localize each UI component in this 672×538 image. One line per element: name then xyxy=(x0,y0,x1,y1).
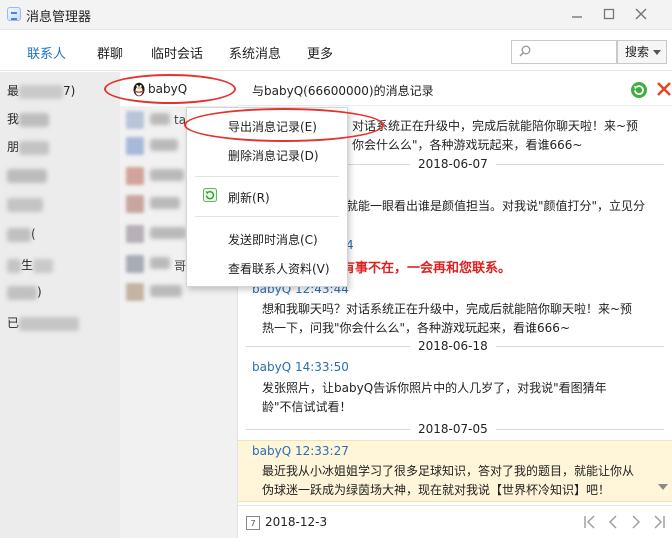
nav-bar: 联系人 群聊 临时会话 系统消息 更多 搜索 xyxy=(0,31,672,71)
tab-temp-session[interactable]: 临时会话 xyxy=(151,43,203,62)
group-item[interactable]: ) xyxy=(7,285,42,303)
tab-contacts[interactable]: 联系人 xyxy=(27,43,66,62)
scroll-down-arrow[interactable] xyxy=(658,484,668,490)
message-text: 发张照片，让babyQ告诉你照片中的人几岁了，对我说"看图猜年 龄"不信试试看！ xyxy=(262,381,607,414)
date-field[interactable]: 2018-12-3 xyxy=(265,515,327,529)
calendar-icon[interactable]: 7 xyxy=(246,516,260,530)
group-item[interactable] xyxy=(7,197,43,215)
record-header: 与babyQ(66600000)的消息记录 xyxy=(238,72,672,106)
group-item-my[interactable]: 我 xyxy=(7,110,50,128)
avatar xyxy=(126,283,144,301)
minimize-icon[interactable] xyxy=(568,5,586,23)
chevron-down-icon[interactable] xyxy=(653,50,661,55)
avatar xyxy=(126,195,144,213)
title-bar: 消息管理器 xyxy=(0,0,672,30)
avatar xyxy=(126,255,144,273)
avatar xyxy=(126,225,144,243)
search-icon xyxy=(519,45,531,57)
avatar xyxy=(126,137,144,155)
menu-item-send-message[interactable]: 发送即时消息(C) xyxy=(228,231,318,248)
tab-more[interactable]: 更多 xyxy=(307,43,333,62)
contact-tab-babyq[interactable]: babyQ xyxy=(120,72,238,106)
next-page-icon[interactable] xyxy=(627,513,645,531)
message-text: 想和我聊天吗？对话系统正在升级中，完成后就能陪你聊天啦！来~预 热一下，问我"你… xyxy=(262,302,633,335)
menu-item-view-profile[interactable]: 查看联系人资料(V) xyxy=(228,260,330,277)
contact-groups-panel: 最 7) 我 朋 ( 生 ) 已 xyxy=(0,72,120,538)
message-sender: babyQ 14:33:50 xyxy=(252,360,349,374)
group-item[interactable]: ( xyxy=(7,227,36,245)
close-icon[interactable] xyxy=(632,5,650,23)
date-separator: 2018-06-18 xyxy=(238,339,672,353)
first-page-icon[interactable] xyxy=(581,513,599,531)
contact-name: babyQ xyxy=(148,82,188,96)
search-input[interactable] xyxy=(511,40,617,64)
group-item[interactable] xyxy=(7,168,47,186)
bottom-bar: 7 2018-12-3 xyxy=(238,505,672,538)
restore-icon[interactable] xyxy=(600,5,618,23)
menu-item-refresh[interactable]: 刷新(R) xyxy=(228,189,270,206)
last-page-icon[interactable] xyxy=(650,513,668,531)
search-button[interactable]: 搜索 xyxy=(617,40,667,64)
date-separator: 2018-07-05 xyxy=(238,422,672,436)
avatar xyxy=(126,111,144,129)
refresh-icon[interactable] xyxy=(630,81,648,99)
window-title: 消息管理器 xyxy=(26,10,92,25)
close-record-icon[interactable] xyxy=(655,80,672,98)
group-item[interactable]: 生 xyxy=(7,256,54,274)
menu-item-export[interactable]: 导出消息记录(E) xyxy=(228,118,317,135)
refresh-icon xyxy=(203,188,217,202)
record-title: 与babyQ(66600000)的消息记录 xyxy=(252,84,434,98)
message-text: 最近我从小冰姐姐学习了很多足球知识，答对了我的题目，就能让你从 伪球迷一跃成为绿… xyxy=(262,464,635,497)
group-item[interactable]: 已 xyxy=(7,314,80,332)
message-sender: babyQ 12:33:27 xyxy=(252,444,349,458)
menu-divider xyxy=(195,176,339,177)
message-manager-icon xyxy=(7,7,21,21)
tab-group-chat[interactable]: 群聊 xyxy=(97,43,123,62)
tab-system-messages[interactable]: 系统消息 xyxy=(229,43,281,62)
avatar xyxy=(126,167,144,185)
group-item-friends[interactable]: 朋 xyxy=(7,138,50,156)
search-button-label: 搜索 xyxy=(625,45,650,59)
group-item-recent[interactable]: 最 7) xyxy=(7,82,75,100)
context-menu: 导出消息记录(E) 删除消息记录(D) 刷新(R) 发送即时消息(C) 查看联系… xyxy=(186,107,348,287)
menu-divider xyxy=(195,216,339,217)
prev-page-icon[interactable] xyxy=(604,513,622,531)
penguin-icon xyxy=(133,82,145,97)
menu-item-delete[interactable]: 删除消息记录(D) xyxy=(228,147,319,164)
